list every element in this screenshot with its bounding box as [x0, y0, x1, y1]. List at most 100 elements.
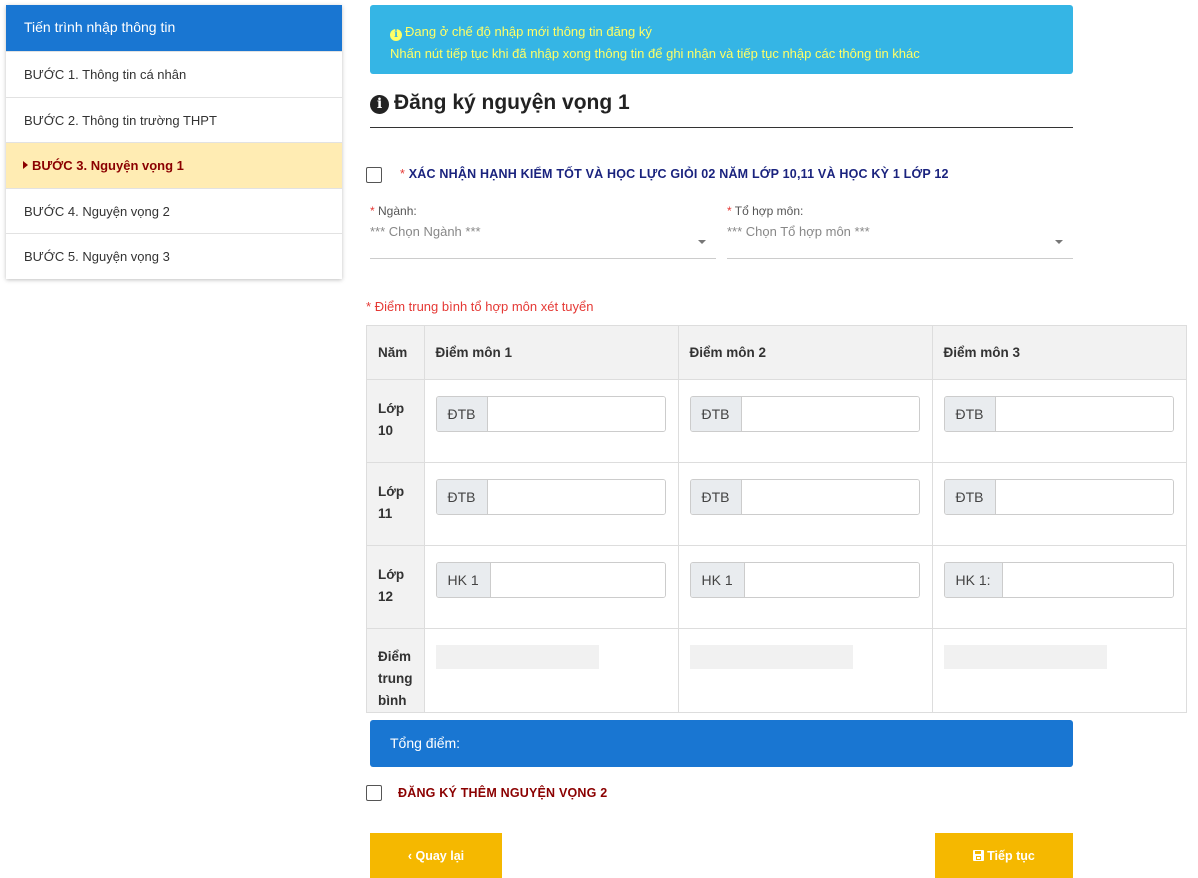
table-row: Lớp 10 ĐTB ĐTB ĐTB [366, 379, 1187, 463]
step-label: BƯỚC 3. Nguyện vọng 1 [32, 158, 184, 173]
dropdown-arrow-icon [698, 240, 706, 244]
score-cell: ĐTB [931, 379, 1187, 463]
info-circle-icon: i [390, 29, 402, 41]
score-cell: HK 1 [677, 545, 933, 629]
row-label-grade-11: Lớp 11 [366, 462, 425, 546]
step-label: BƯỚC 5. Nguyện vọng 3 [24, 249, 170, 264]
step-label: BƯỚC 1. Thông tin cá nhân [24, 67, 187, 82]
score-input-group: HK 1 [689, 562, 920, 598]
required-mark: * [366, 299, 372, 314]
scores-table: Năm Điểm môn 1 Điểm môn 2 Điểm môn 3 Lớp… [366, 325, 1187, 713]
table-row-average: Điểm trung bình [366, 628, 1187, 713]
next-button[interactable]: Tiếp tục [935, 833, 1073, 878]
input-addon: ĐTB [436, 480, 488, 514]
caret-right-icon [23, 161, 28, 169]
subject-group-label: * Tổ hợp môn: [727, 204, 1073, 218]
score-cell: ĐTB [677, 462, 933, 546]
score-input-grade12-subject2[interactable] [744, 563, 919, 597]
score-input-grade11-subject1[interactable] [487, 480, 665, 514]
average-value-subject-3 [943, 645, 1107, 669]
row-label-grade-10: Lớp 10 [366, 379, 425, 463]
sidebar-title: Tiến trình nhập thông tin [6, 5, 342, 51]
score-input-grade10-subject3[interactable] [995, 397, 1173, 431]
input-addon: ĐTB [690, 397, 742, 431]
score-cell: HK 1: [931, 545, 1187, 629]
average-cell [931, 628, 1187, 713]
score-input-grade12-subject1[interactable] [490, 563, 665, 597]
column-header-subject-3: Điểm môn 3 [931, 325, 1187, 380]
required-mark: * [370, 204, 375, 218]
confirm-checkbox[interactable] [366, 167, 382, 183]
score-cell: ĐTB [423, 462, 679, 546]
dropdown-arrow-icon [1055, 240, 1063, 244]
major-label: * Ngành: [370, 204, 716, 218]
confirm-label: * XÁC NHẬN HẠNH KIỂM TỐT VÀ HỌC LỰC GIỎI… [400, 167, 949, 181]
input-addon: ĐTB [690, 480, 742, 514]
score-cell: ĐTB [423, 379, 679, 463]
table-row: Lớp 11 ĐTB ĐTB ĐTB [366, 462, 1187, 546]
major-select-value: *** Chọn Ngành *** [370, 224, 481, 239]
total-score-label: Tổng điểm: [390, 735, 461, 751]
progress-sidebar: Tiến trình nhập thông tin BƯỚC 1. Thông … [6, 5, 342, 279]
average-cell [423, 628, 679, 713]
subject-group-select-value: *** Chọn Tổ hợp môn *** [727, 224, 870, 239]
score-input-group: ĐTB [689, 396, 920, 432]
table-row: Lớp 12 HK 1 HK 1 HK 1: [366, 545, 1187, 629]
input-addon: HK 1: [944, 563, 1003, 597]
input-addon: ĐTB [944, 480, 996, 514]
banner-line-2: Nhấn nút tiếp tục khi đã nhập xong thông… [390, 46, 920, 61]
total-score-bar: Tổng điểm: [370, 720, 1073, 767]
sidebar-step-3[interactable]: BƯỚC 3. Nguyện vọng 1 [6, 142, 342, 188]
info-circle-icon: i [370, 95, 389, 114]
score-input-group: HK 1 [435, 562, 666, 598]
sidebar-step-5[interactable]: BƯỚC 5. Nguyện vọng 3 [6, 233, 342, 279]
subject-group-select[interactable]: * Tổ hợp môn: *** Chọn Tổ hợp môn *** [727, 204, 1073, 259]
score-input-grade11-subject3[interactable] [995, 480, 1173, 514]
score-input-group: ĐTB [943, 479, 1174, 515]
score-input-group: ĐTB [943, 396, 1174, 432]
scores-note-text: Điểm trung bình tổ hợp môn xét tuyển [374, 299, 594, 314]
next-button-label: Tiếp tục [987, 849, 1035, 863]
major-label-text: Ngành: [378, 204, 417, 218]
page-title: i Đăng ký nguyện vọng 1 [370, 86, 1073, 128]
required-mark: * [400, 167, 406, 181]
sidebar-step-1[interactable]: BƯỚC 1. Thông tin cá nhân [6, 51, 342, 97]
extra-wish-label: ĐĂNG KÝ THÊM NGUYỆN VỌNG 2 [398, 786, 608, 800]
score-cell: HK 1 [423, 545, 679, 629]
input-addon: HK 1 [690, 563, 745, 597]
banner-mode-text: Đang ở chế độ nhập mới thông tin đăng ký [405, 24, 652, 39]
score-input-grade11-subject2[interactable] [741, 480, 919, 514]
score-input-group: HK 1: [943, 562, 1174, 598]
input-addon: ĐTB [436, 397, 488, 431]
score-input-grade10-subject2[interactable] [741, 397, 919, 431]
back-button[interactable]: ‹ Quay lại [370, 833, 502, 878]
column-header-subject-1: Điểm môn 1 [423, 325, 679, 380]
row-label-grade-12: Lớp 12 [366, 545, 425, 629]
required-mark: * [727, 204, 732, 218]
score-input-grade10-subject1[interactable] [487, 397, 665, 431]
info-banner: i Đang ở chế độ nhập mới thông tin đăng k… [370, 5, 1073, 74]
input-addon: ĐTB [944, 397, 996, 431]
save-icon [973, 850, 985, 861]
score-input-group: ĐTB [435, 479, 666, 515]
step-label: BƯỚC 4. Nguyện vọng 2 [24, 203, 170, 219]
score-cell: ĐTB [677, 379, 933, 463]
scores-note: * Điểm trung bình tổ hợp môn xét tuyển [366, 299, 594, 314]
row-label-average: Điểm trung bình [366, 628, 425, 713]
extra-wish-checkbox[interactable] [366, 785, 382, 801]
score-input-group: ĐTB [435, 396, 666, 432]
column-header-subject-2: Điểm môn 2 [677, 325, 933, 380]
score-input-group: ĐTB [689, 479, 920, 515]
banner-line-1: i Đang ở chế độ nhập mới thông tin đăng k… [390, 21, 1053, 43]
major-select[interactable]: * Ngành: *** Chọn Ngành *** [370, 204, 716, 259]
step-label: BƯỚC 2. Thông tin trường THPT [24, 112, 217, 128]
table-header-row: Năm Điểm môn 1 Điểm môn 2 Điểm môn 3 [366, 325, 1187, 380]
average-value-subject-2 [689, 645, 853, 669]
page-title-text: Đăng ký nguyện vọng 1 [394, 91, 630, 114]
score-cell: ĐTB [931, 462, 1187, 546]
input-addon: HK 1 [436, 563, 491, 597]
average-value-subject-1 [435, 645, 599, 669]
score-input-grade12-subject3[interactable] [1002, 563, 1173, 597]
sidebar-step-4[interactable]: BƯỚC 4. Nguyện vọng 2 [6, 187, 342, 234]
sidebar-step-2[interactable]: BƯỚC 2. Thông tin trường THPT [6, 96, 342, 143]
